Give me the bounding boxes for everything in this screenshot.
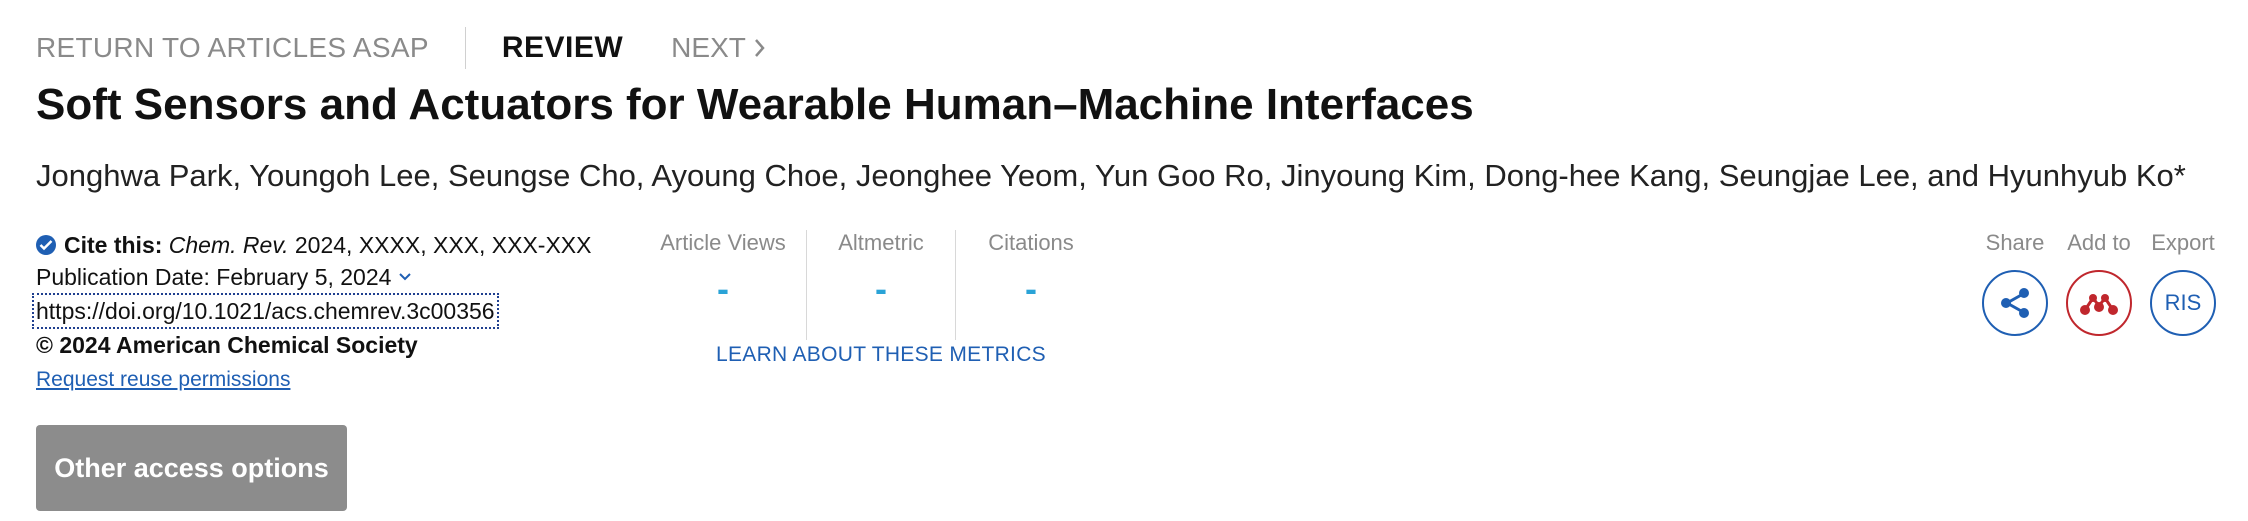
citation-block: Cite this: Chem. Rev. 2024, XXXX, XXX, X…	[32, 229, 592, 396]
publication-date: Publication Date: February 5, 2024	[36, 264, 392, 290]
article-actions: Share Add to Export RIS	[1980, 230, 2218, 336]
next-label: NEXT	[671, 32, 746, 63]
cite-line: Cite this: Chem. Rev. 2024, XXXX, XXX, X…	[36, 229, 592, 261]
reuse-permissions-link[interactable]: Request reuse permissions	[36, 364, 290, 396]
share-button[interactable]	[1982, 270, 2048, 336]
metric-label: Altmetric	[838, 230, 924, 255]
add-to-action: Add to	[2064, 230, 2134, 336]
publication-date-toggle[interactable]: Publication Date: February 5, 2024	[36, 261, 592, 293]
chevron-down-icon	[399, 273, 412, 281]
export-action: Export RIS	[2148, 230, 2218, 336]
other-access-options-button[interactable]: Other access options	[36, 425, 347, 511]
metric-value: -	[717, 268, 729, 309]
metric-value: -	[875, 268, 887, 309]
cite-prefix: Cite this:	[64, 232, 163, 258]
mendeley-button[interactable]	[2066, 270, 2132, 336]
metric-article-views: Article Views -	[640, 230, 807, 340]
action-label: Share	[1985, 230, 2045, 255]
copyright-text: © 2024 American Chemical Society	[36, 332, 418, 358]
learn-about-metrics-link[interactable]: LEARN ABOUT THESE METRICS	[716, 343, 1046, 367]
action-label: Export	[2151, 230, 2215, 255]
next-article-link[interactable]: NEXT	[671, 32, 766, 64]
citation-details: 2024, XXXX, XXX, XXX-XXX	[294, 232, 592, 258]
chevron-right-icon	[754, 39, 765, 57]
metric-citations: Citations -	[956, 230, 1106, 340]
ris-icon: RIS	[2164, 290, 2202, 315]
metrics-panel: Article Views - Altmetric - Citations -	[640, 230, 1106, 340]
action-label: Add to	[2067, 230, 2131, 255]
article-nav: RETURN TO ARTICLES ASAP REVIEW NEXT	[36, 26, 766, 70]
share-icon	[2001, 288, 2029, 318]
metric-value: -	[1025, 268, 1037, 309]
metric-label: Article Views	[660, 230, 786, 255]
nav-divider	[464, 27, 466, 69]
check-circle-icon	[36, 235, 56, 255]
metric-label: Citations	[988, 230, 1074, 255]
return-to-articles-link[interactable]: RETURN TO ARTICLES ASAP	[36, 32, 429, 64]
article-title: Soft Sensors and Actuators for Wearable …	[36, 80, 1474, 129]
journal-name: Chem. Rev.	[168, 232, 289, 258]
share-action: Share	[1980, 230, 2050, 336]
author-list[interactable]: Jonghwa Park, Youngoh Lee, Seungse Cho, …	[36, 158, 2186, 194]
article-type-label: REVIEW	[501, 31, 624, 64]
mendeley-icon	[2080, 294, 2118, 315]
metric-altmetric: Altmetric -	[807, 230, 956, 340]
doi-link[interactable]: https://doi.org/10.1021/acs.chemrev.3c00…	[32, 293, 499, 329]
export-ris-button[interactable]: RIS	[2150, 270, 2216, 336]
